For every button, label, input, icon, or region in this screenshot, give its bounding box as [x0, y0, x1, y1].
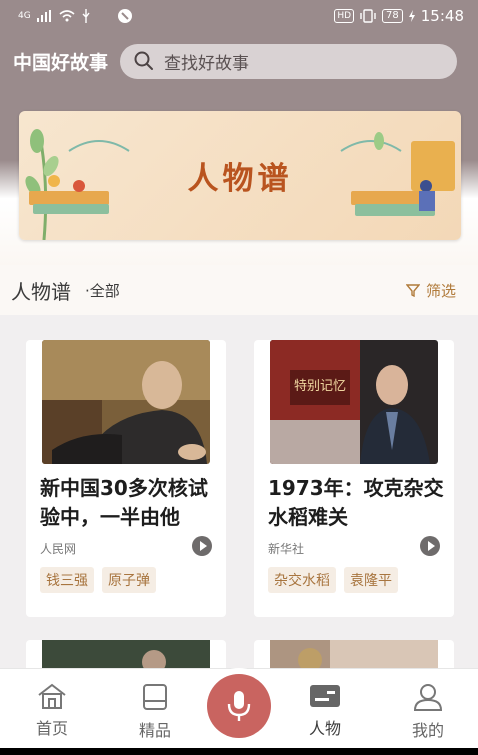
story-thumbnail — [42, 340, 210, 464]
user-icon — [413, 684, 443, 711]
banner-title: 人物谱 — [187, 161, 293, 197]
tab-featured[interactable]: 精品 — [115, 669, 195, 749]
story-card[interactable]: 新中国30多次核试验中，一半由他 人民网 钱三强 原子弹 — [26, 340, 226, 617]
section-header: 人物谱 ·全部 筛选 — [0, 265, 478, 315]
network-type: 4G — [18, 11, 31, 21]
app-title: 中国好故事 — [13, 51, 109, 74]
story-source: 人民网 — [40, 542, 77, 556]
story-tags: 杂交水稻 袁隆平 — [268, 567, 398, 593]
tag-chip[interactable]: 杂交水稻 — [268, 567, 336, 593]
tab-home[interactable]: 首页 — [12, 669, 92, 749]
filter-button[interactable]: 筛选 — [405, 280, 478, 301]
battery-level: 78 — [382, 9, 403, 23]
section-title: 人物谱 — [11, 279, 71, 304]
voice-button[interactable] — [207, 674, 271, 738]
vibrate-icon — [360, 9, 376, 23]
system-nav-bar — [0, 748, 478, 755]
filter-label: 筛选 — [425, 281, 456, 300]
tab-mine[interactable]: 我的 — [388, 669, 468, 749]
tag-chip[interactable]: 袁隆平 — [344, 567, 398, 593]
app-notification-icon — [117, 9, 132, 23]
usb-icon — [82, 9, 90, 23]
search-icon — [134, 51, 153, 70]
banner[interactable]: 人物谱 — [19, 111, 461, 240]
clock: 15:48 — [420, 7, 464, 25]
hd-badge: HD — [334, 9, 355, 23]
thumbnail-caption: 特别记忆 — [294, 378, 346, 394]
wifi-icon — [59, 10, 75, 22]
category-all-link[interactable]: ·全部 — [85, 280, 120, 301]
story-thumbnail: 特别记忆 — [270, 340, 438, 464]
book-icon — [143, 684, 167, 710]
story-card[interactable]: 特别记忆 1973年：攻克杂交水稻难关 新华社 杂交水稻 袁隆平 — [254, 340, 454, 617]
tag-chip[interactable]: 原子弹 — [102, 567, 156, 593]
story-source: 新华社 — [268, 542, 305, 556]
tab-people[interactable]: 人物 — [285, 669, 365, 749]
tag-chip[interactable]: 钱三强 — [40, 567, 94, 593]
search-bar[interactable]: 查找好故事 — [120, 43, 457, 79]
search-placeholder: 查找好故事 — [164, 53, 249, 74]
card-icon — [310, 685, 340, 707]
mic-icon — [227, 691, 251, 721]
signal-icon — [36, 10, 51, 22]
tab-label: 人物 — [308, 719, 341, 738]
play-icon[interactable] — [192, 536, 212, 556]
charging-icon — [408, 10, 415, 22]
story-title: 1973年：攻克杂交水稻难关 — [268, 476, 444, 529]
filter-icon — [405, 284, 420, 297]
status-bar: 4G HD 78 15:48 — [0, 0, 478, 32]
top-header: 中国好故事 查找好故事 — [0, 32, 478, 90]
play-icon[interactable] — [420, 536, 440, 556]
home-icon — [38, 683, 66, 709]
tab-label: 我的 — [411, 721, 444, 740]
story-title: 新中国30多次核试验中，一半由他 — [40, 476, 208, 529]
tab-label: 精品 — [138, 721, 171, 740]
story-tags: 钱三强 原子弹 — [40, 567, 156, 593]
tab-label: 首页 — [35, 719, 68, 738]
